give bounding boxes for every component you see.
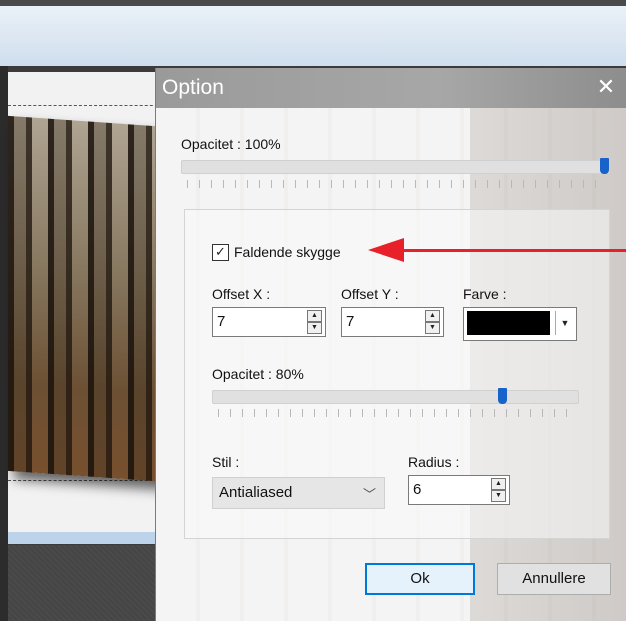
drop-shadow-label: Faldende skygge	[234, 244, 341, 260]
page-guide-top	[8, 105, 168, 106]
color-picker[interactable]: ▼	[463, 307, 577, 341]
style-select[interactable]: Antialiased ﹀	[212, 477, 385, 509]
shadow-opacity-slider-thumb[interactable]	[498, 388, 507, 404]
shadow-opacity-slider-ticks	[218, 409, 578, 417]
arrow-up-icon[interactable]: ▲	[307, 310, 322, 322]
ok-button[interactable]: Ok	[365, 563, 475, 595]
shadow-opacity-slider[interactable]	[212, 388, 579, 404]
chevron-down-icon: ﹀	[362, 487, 376, 502]
red-arrow-icon	[391, 249, 626, 252]
offset-y-value: 7	[346, 313, 355, 330]
opacity-slider-ticks	[187, 180, 607, 188]
radius-value: 6	[413, 481, 422, 498]
shadow-opacity-label: Opacitet : 80%	[212, 366, 304, 382]
close-icon[interactable]: ✕	[585, 68, 626, 108]
arrow-down-icon[interactable]: ▼	[307, 322, 322, 334]
option-dialog: Option ✕ Opacitet : 100% ✓ Faldende skyg…	[155, 68, 626, 621]
offset-x-label: Offset X :	[212, 286, 271, 302]
dialog-titlebar[interactable]: Option ✕	[156, 68, 626, 108]
opacity-label: Opacitet : 100%	[181, 136, 281, 152]
chevron-down-icon[interactable]: ▼	[555, 311, 574, 335]
color-label: Farve :	[463, 286, 507, 302]
style-select-value: Antialiased	[219, 484, 293, 501]
offset-x-stepper[interactable]: 7 ▲ ▼	[212, 307, 326, 337]
offset-y-stepper[interactable]: 7 ▲ ▼	[341, 307, 444, 337]
red-arrow-head	[368, 238, 404, 262]
arrow-up-icon[interactable]: ▲	[425, 310, 440, 322]
bottom-panel	[8, 545, 158, 621]
offset-y-label: Offset Y :	[341, 286, 399, 302]
left-edge	[0, 66, 8, 621]
opacity-slider[interactable]	[181, 158, 610, 174]
offset-x-value: 7	[217, 313, 226, 330]
toolbar-strip	[8, 532, 158, 544]
dialog-title: Option	[162, 76, 224, 99]
cancel-button[interactable]: Annullere	[497, 563, 611, 595]
opacity-slider-thumb[interactable]	[600, 158, 609, 174]
app-header	[0, 6, 626, 66]
radius-stepper[interactable]: 6 ▲ ▼	[408, 475, 510, 505]
arrow-down-icon[interactable]: ▼	[425, 322, 440, 334]
color-swatch	[467, 311, 550, 335]
radius-label: Radius :	[408, 454, 460, 470]
arrow-up-icon[interactable]: ▲	[491, 478, 506, 490]
arrow-down-icon[interactable]: ▼	[491, 490, 506, 502]
style-label: Stil :	[212, 454, 240, 470]
checkmark-icon: ✓	[215, 244, 226, 259]
drop-shadow-checkbox[interactable]: ✓	[212, 244, 229, 261]
